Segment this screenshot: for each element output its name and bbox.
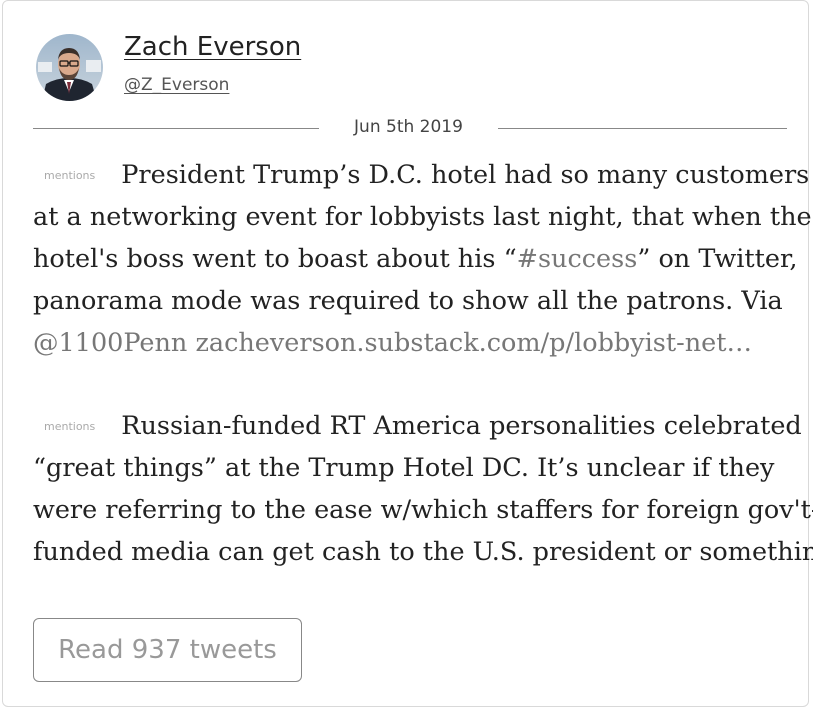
- author-handle[interactable]: @Z_Everson: [124, 75, 229, 95]
- tweet: mentions Russian-funded RT America person…: [33, 405, 813, 573]
- tweet-text: panorama mode was required to show all t…: [33, 286, 783, 316]
- read-tweets-button[interactable]: Read 937 tweets: [33, 618, 302, 682]
- tweet-date: Jun 5th 2019: [354, 117, 463, 137]
- mentions-badge: mentions: [44, 420, 96, 433]
- mentions-badge: mentions: [44, 169, 96, 182]
- author-name[interactable]: Zach Everson: [124, 32, 301, 62]
- tweet-line: funded media can get cash to the U.S. pr…: [33, 531, 813, 573]
- profile-photo-icon: [36, 34, 103, 101]
- avatar[interactable]: [36, 34, 103, 101]
- tweet-text: Russian-funded RT America personalities …: [121, 411, 802, 441]
- date-divider-right: [498, 128, 787, 129]
- tweet-text: President Trump’s D.C. hotel had so many…: [121, 160, 810, 190]
- tweet-text: at a networking event for lobbyists last…: [33, 202, 812, 232]
- tweet-text: were referring to the ease w/which staff…: [33, 495, 813, 525]
- tweet-text: hotel's boss went to boast about his “: [33, 244, 517, 274]
- tweet-line: “great things” at the Trump Hotel DC. It…: [33, 447, 793, 489]
- tweet-line: @1100Penn zacheverson.substack.com/p/lob…: [33, 322, 793, 364]
- tweet-line: at a networking event for lobbyists last…: [33, 196, 812, 238]
- tweet-text: “great things” at the Trump Hotel DC. It…: [33, 453, 775, 483]
- tweet-line: panorama mode was required to show all t…: [33, 280, 793, 322]
- tweet: mentions President Trump’s D.C. hotel had…: [33, 154, 812, 364]
- tweet-text: ” on Twitter,: [637, 244, 798, 274]
- tweet-line: mentions Russian-funded RT America person…: [33, 405, 802, 447]
- date-divider-left: [33, 128, 319, 129]
- thread-card: Zach Everson @Z_Everson Jun 5th 2019 men…: [2, 0, 813, 707]
- hashtag-link[interactable]: #success: [517, 244, 638, 274]
- tweet-text: funded media can get cash to the U.S. pr…: [33, 537, 813, 567]
- tweet-line: mentions President Trump’s D.C. hotel had…: [33, 154, 809, 196]
- tweet-line: hotel's boss went to boast about his “#s…: [33, 238, 798, 280]
- tweet-link[interactable]: @1100Penn zacheverson.substack.com/p/lob…: [33, 328, 752, 358]
- tweet-line: were referring to the ease w/which staff…: [33, 489, 813, 531]
